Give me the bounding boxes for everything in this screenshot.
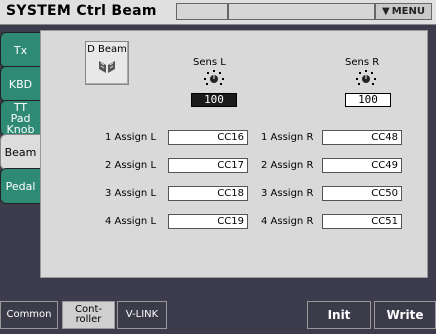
- write-button[interactable]: Write: [374, 301, 436, 329]
- beam-panel: D Beam Sens L 100 Sens R 100 1 Assign L …: [40, 30, 428, 278]
- bottom-bar: Common Cont- roller V-LINK Init Write: [0, 297, 436, 334]
- tab-tx[interactable]: Tx: [0, 32, 40, 68]
- sens-l-value[interactable]: 100: [191, 93, 237, 107]
- tab-label: Pedal: [5, 179, 36, 193]
- dbeam-label: D Beam: [87, 44, 127, 55]
- button-label: Cont- roller: [75, 304, 102, 325]
- assign-label: 2 Assign R: [261, 160, 314, 171]
- assign-label: 2 Assign L: [105, 160, 157, 171]
- button-label: Write: [386, 308, 424, 322]
- sens-r-value[interactable]: 100: [345, 93, 391, 107]
- tab-tt-pad-knob[interactable]: TT Pad Knob: [0, 100, 40, 136]
- menu-button[interactable]: ▼ MENU: [375, 3, 432, 20]
- sens-l-knob-icon[interactable]: [204, 70, 224, 86]
- title-bar: SYSTEM Ctrl Beam ▼ MENU: [0, 0, 436, 25]
- assign-label: 4 Assign L: [105, 216, 157, 227]
- assign-field[interactable]: CC19: [168, 214, 248, 229]
- tab-label: Beam: [4, 145, 37, 159]
- sens-l-label: Sens L: [193, 57, 226, 68]
- tab-label: KBD: [8, 77, 33, 91]
- dbeam-icon: [99, 61, 115, 73]
- assign-field[interactable]: CC18: [168, 186, 248, 201]
- triangle-down-icon: ▼: [382, 6, 390, 17]
- assign-field[interactable]: CC17: [168, 158, 248, 173]
- vlink-button[interactable]: V-LINK: [117, 301, 167, 329]
- controller-button[interactable]: Cont- roller: [62, 301, 115, 329]
- button-label: Common: [6, 309, 52, 320]
- assign-field[interactable]: CC50: [322, 186, 402, 201]
- assign-label: 1 Assign R: [261, 132, 314, 143]
- assign-label: 3 Assign L: [105, 188, 157, 199]
- tab-kbd[interactable]: KBD: [0, 66, 40, 102]
- tab-label: TT Pad Knob: [6, 100, 35, 136]
- tab-label: Tx: [13, 43, 28, 57]
- assign-label: 1 Assign L: [105, 132, 157, 143]
- button-label: V-LINK: [125, 309, 159, 320]
- tab-pedal[interactable]: Pedal: [0, 168, 40, 204]
- common-button[interactable]: Common: [0, 301, 58, 329]
- assign-field[interactable]: CC48: [322, 130, 402, 145]
- assign-field[interactable]: CC16: [168, 130, 248, 145]
- sens-r-knob-icon[interactable]: [356, 70, 376, 86]
- assign-label: 3 Assign R: [261, 188, 314, 199]
- tab-beam[interactable]: Beam: [0, 134, 40, 170]
- page-title: SYSTEM Ctrl Beam: [6, 3, 157, 19]
- init-button[interactable]: Init: [307, 301, 371, 329]
- assign-label: 4 Assign R: [261, 216, 314, 227]
- sens-r-label: Sens R: [345, 57, 380, 68]
- assign-field[interactable]: CC49: [322, 158, 402, 173]
- screen: SYSTEM Ctrl Beam ▼ MENU Tx KBD TT Pad Kn…: [0, 0, 436, 334]
- assign-field[interactable]: CC51: [322, 214, 402, 229]
- title-segment: [176, 3, 228, 20]
- menu-label: MENU: [391, 6, 425, 17]
- dbeam-button[interactable]: D Beam: [85, 41, 129, 85]
- button-label: Init: [327, 308, 351, 322]
- title-segment: [228, 3, 375, 20]
